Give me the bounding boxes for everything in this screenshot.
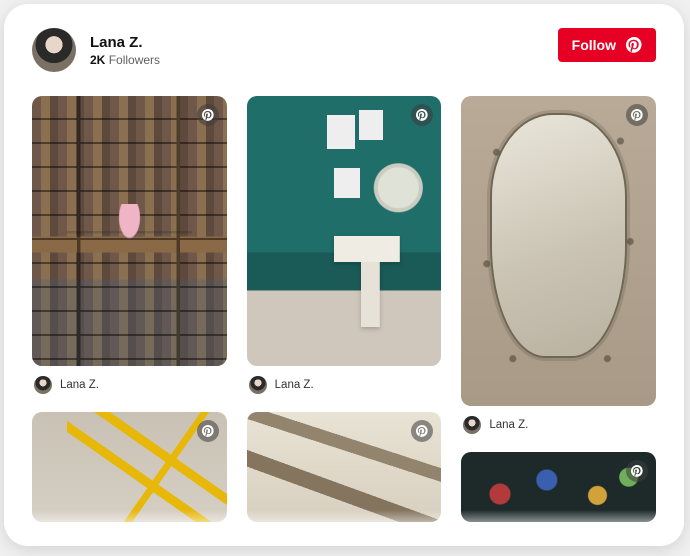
pin-image[interactable] <box>32 412 227 522</box>
pin-grid: Lana Z. Lana Z. <box>32 96 656 534</box>
pinterest-badge-icon[interactable] <box>411 420 433 442</box>
profile-block[interactable]: Lana Z. 2K Followers <box>32 28 160 72</box>
pin-attribution[interactable]: Lana Z. <box>247 366 442 400</box>
pinterest-badge-icon[interactable] <box>197 104 219 126</box>
pin-author: Lana Z. <box>275 379 314 391</box>
pin[interactable]: Lana Z. <box>32 96 227 400</box>
pinterest-icon <box>626 37 642 53</box>
pin-image[interactable] <box>247 96 442 366</box>
follow-label: Follow <box>572 37 616 53</box>
pin-attribution[interactable]: Lana Z. <box>32 366 227 400</box>
pin-attribution[interactable]: Lana Z. <box>461 406 656 440</box>
pin[interactable]: Lana Z. <box>247 96 442 400</box>
avatar[interactable] <box>32 28 76 72</box>
follow-button[interactable]: Follow <box>558 28 656 62</box>
pinterest-badge-icon[interactable] <box>626 104 648 126</box>
avatar-small <box>463 416 481 434</box>
pin-image[interactable] <box>461 96 656 406</box>
profile-card: Lana Z. 2K Followers Follow <box>4 4 684 546</box>
pin[interactable] <box>32 412 227 522</box>
avatar-small <box>249 376 267 394</box>
pin-image[interactable] <box>247 412 442 522</box>
profile-text: Lana Z. 2K Followers <box>90 34 160 67</box>
header: Lana Z. 2K Followers Follow <box>32 28 656 72</box>
followers-count: 2K <box>90 53 105 67</box>
pin[interactable]: Lana Z. <box>461 96 656 440</box>
pin[interactable] <box>461 452 656 522</box>
pin-author: Lana Z. <box>489 419 528 431</box>
pin-image[interactable] <box>32 96 227 366</box>
followers-label: Followers <box>109 53 160 67</box>
pinterest-badge-icon[interactable] <box>626 460 648 482</box>
pin-author: Lana Z. <box>60 379 99 391</box>
pin[interactable] <box>247 412 442 522</box>
profile-name[interactable]: Lana Z. <box>90 34 160 51</box>
pinterest-badge-icon[interactable] <box>197 420 219 442</box>
pinterest-badge-icon[interactable] <box>411 104 433 126</box>
pin-image[interactable] <box>461 452 656 522</box>
profile-followers: 2K Followers <box>90 53 160 67</box>
avatar-small <box>34 376 52 394</box>
